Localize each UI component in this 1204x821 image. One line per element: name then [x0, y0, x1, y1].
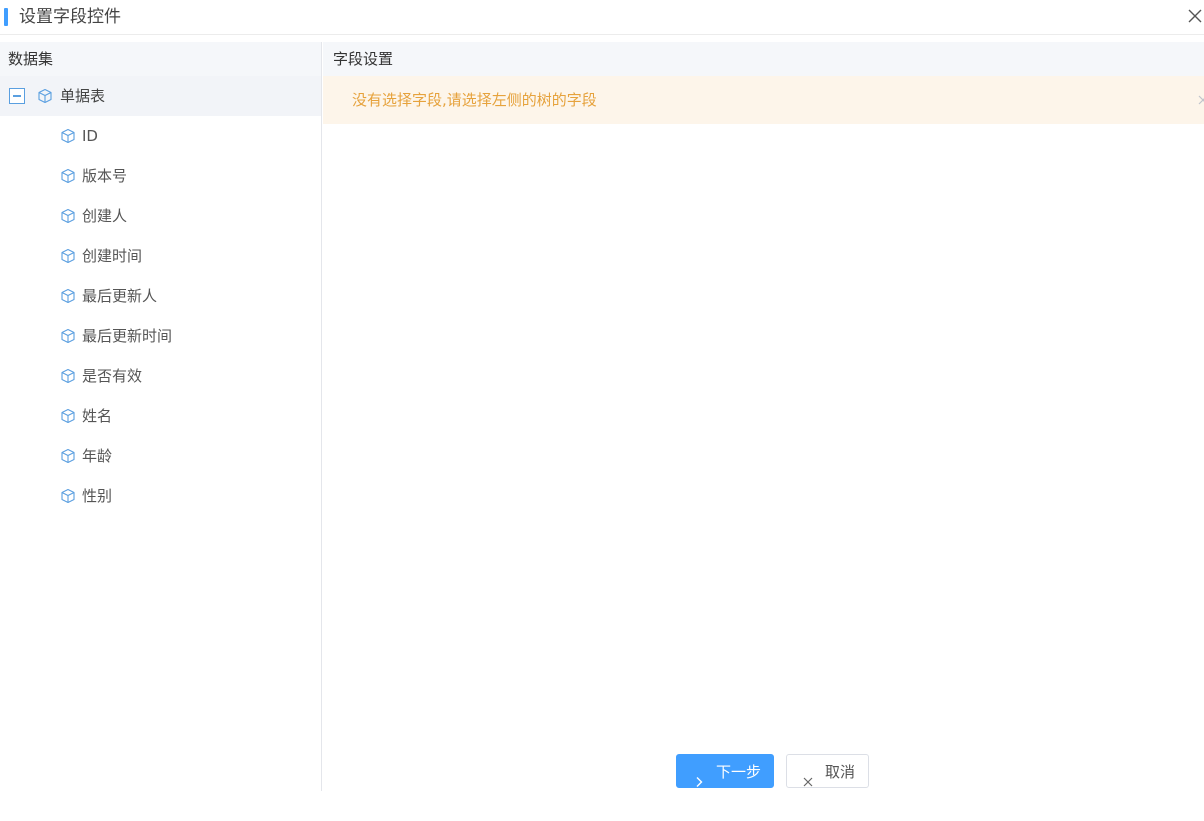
tree-field-label: 姓名: [82, 407, 113, 425]
dataset-pane: 数据集 单据表 ID 版本号创建人创建时间最后更新人最后更新时间 是否有效姓名年龄性…: [0, 42, 322, 791]
field-settings-header: 字段设置: [323, 42, 1204, 76]
tree-field-item[interactable]: 姓名: [0, 396, 321, 436]
tree-field-label: 是否有效: [82, 367, 143, 385]
tree-field-label: 版本号: [82, 167, 128, 185]
alert-message: 没有选择字段,请选择左侧的树的字段: [352, 91, 597, 109]
cancel-button[interactable]: 取消: [786, 754, 869, 788]
warning-alert: 没有选择字段,请选择左侧的树的字段: [323, 76, 1204, 124]
close-icon: [802, 766, 814, 787]
tree-root-node[interactable]: 单据表: [0, 76, 321, 116]
tree-field-item[interactable]: 创建人: [0, 196, 321, 236]
tree-field-label: 创建时间: [82, 247, 143, 265]
tree-field-label: 最后更新人: [82, 287, 158, 305]
tree-field-label: 性别: [82, 487, 113, 505]
dialog-title: 设置字段控件: [19, 7, 121, 27]
dialog-titlebar: 设置字段控件: [0, 0, 1204, 35]
tree-root-label: 单据表: [60, 87, 106, 105]
tree-field-label: ID: [82, 127, 98, 145]
cube-icon: [60, 328, 76, 344]
next-step-label: 下一步: [716, 763, 762, 781]
cube-icon: [60, 368, 76, 384]
tree-field-item[interactable]: 最后更新时间: [0, 316, 321, 356]
tree-field-item[interactable]: 是否有效: [0, 356, 321, 396]
tree-field-item[interactable]: ID: [0, 116, 321, 156]
alert-close-icon[interactable]: [1196, 92, 1204, 108]
cube-icon: [60, 128, 76, 144]
tree-field-item[interactable]: 版本号: [0, 156, 321, 196]
cube-icon: [60, 248, 76, 264]
cube-icon: [60, 488, 76, 504]
field-settings-pane: 字段设置 没有选择字段,请选择左侧的树的字段: [323, 42, 1204, 791]
dialog: 设置字段控件 数据集 单据表 ID 版本号创建人创建时间最后更新人最后更新时间 是否…: [0, 0, 1204, 821]
cube-icon: [60, 288, 76, 304]
close-icon[interactable]: [1186, 7, 1204, 25]
tree-field-label: 年龄: [82, 447, 113, 465]
cube-icon: [60, 168, 76, 184]
cancel-label: 取消: [825, 763, 856, 781]
tree-field-label: 创建人: [82, 207, 128, 225]
cube-icon: [37, 88, 53, 104]
cube-icon: [60, 408, 76, 424]
tree-field-item[interactable]: 最后更新人: [0, 276, 321, 316]
collapse-icon[interactable]: [9, 88, 25, 104]
tree-field-label: 最后更新时间: [82, 327, 173, 345]
cube-icon: [60, 208, 76, 224]
title-accent-bar: [4, 8, 8, 26]
chevron-right-icon: [693, 766, 705, 787]
next-step-button[interactable]: 下一步: [676, 754, 774, 788]
dataset-header: 数据集: [0, 42, 321, 76]
tree-field-item[interactable]: 创建时间: [0, 236, 321, 276]
tree-field-item[interactable]: 性别: [0, 476, 321, 516]
cube-icon: [60, 448, 76, 464]
field-list: ID 版本号创建人创建时间最后更新人最后更新时间 是否有效姓名年龄性别: [0, 116, 321, 516]
tree-field-item[interactable]: 年龄: [0, 436, 321, 476]
